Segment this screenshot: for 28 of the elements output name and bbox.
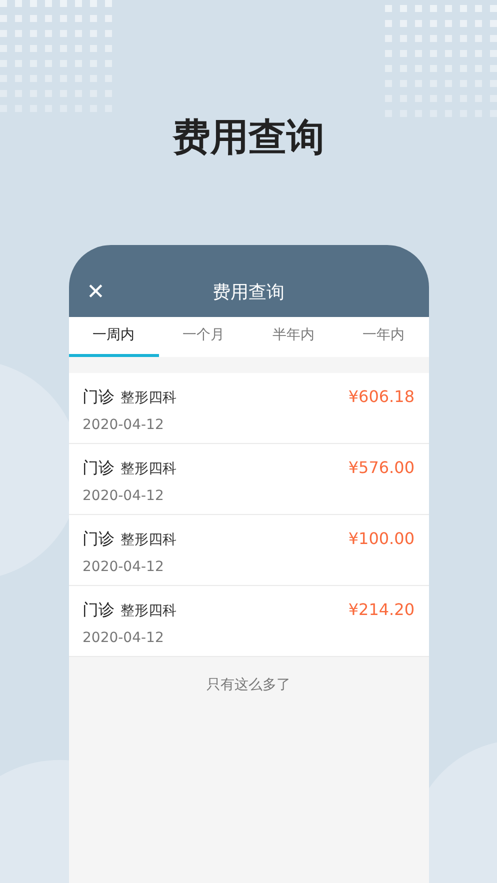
period-tab[interactable]: 半年内 [248, 317, 338, 357]
period-tab[interactable]: 一周内 [68, 317, 158, 357]
visit-type: 门诊 [82, 599, 114, 621]
department-name: 整形四科 [120, 460, 176, 479]
expense-row[interactable]: 门诊 整形四科 2020-04-12 ¥100.00 [68, 515, 428, 586]
amount: ¥606.18 [348, 386, 414, 408]
amount: ¥100.00 [348, 528, 414, 550]
record-date: 2020-04-12 [82, 416, 165, 435]
visit-type: 门诊 [82, 386, 114, 408]
visit-type: 门诊 [82, 457, 114, 479]
department-name: 整形四科 [120, 531, 176, 550]
period-tab[interactable]: 一个月 [158, 317, 248, 357]
amount: ¥214.20 [348, 599, 414, 621]
record-date: 2020-04-12 [82, 629, 165, 648]
screen-title: 费用查询 [212, 281, 284, 305]
end-note: 只有这么多了 [206, 676, 292, 695]
page-headline: 费用查询 [172, 114, 324, 161]
expense-row[interactable]: 门诊 整形四科 2020-04-12 ¥214.20 [68, 586, 428, 657]
close-button[interactable]: ✕ [86, 281, 105, 305]
department-name: 整形四科 [120, 389, 176, 408]
expense-row[interactable]: 门诊 整形四科 2020-04-12 ¥606.18 [68, 373, 428, 444]
department-name: 整形四科 [120, 602, 176, 621]
expense-row[interactable]: 门诊 整形四科 2020-04-12 ¥576.00 [68, 444, 428, 515]
visit-type: 门诊 [82, 528, 114, 550]
amount: ¥576.00 [348, 457, 414, 479]
period-tab[interactable]: 一年内 [338, 317, 428, 357]
record-date: 2020-04-12 [82, 558, 165, 577]
record-date: 2020-04-12 [82, 487, 165, 506]
